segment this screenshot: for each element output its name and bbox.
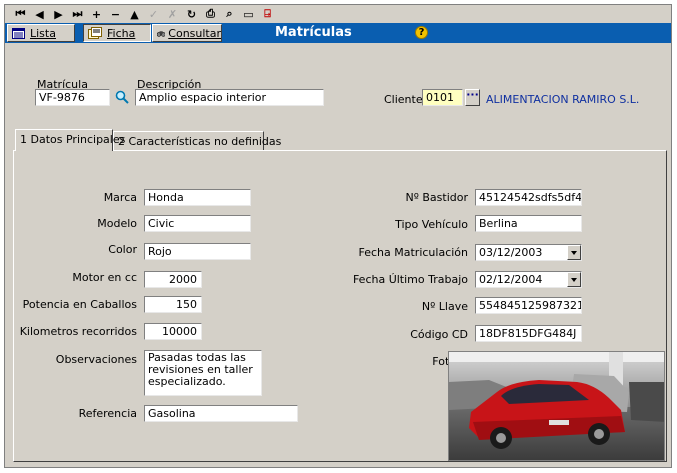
prev-record-icon[interactable]: ◀ — [30, 6, 49, 22]
cliente-lookup-button[interactable]: ··· — [465, 89, 480, 106]
observaciones-label: Observaciones — [55, 353, 137, 366]
tipo-vehiculo-label: Tipo Vehículo — [395, 218, 468, 231]
motor-label: Motor en cc — [72, 271, 137, 284]
fecha-matriculacion-field[interactable]: 03/12/2003 — [475, 244, 582, 261]
tab-datos-principales-label: 1 Datos Principales — [20, 133, 126, 146]
fecha-ultimo-trabajo-dropdown[interactable] — [567, 272, 581, 287]
cliente-label: Cliente — [384, 93, 423, 106]
motor-field[interactable]: 2000 — [144, 271, 202, 288]
referencia-label: Referencia — [78, 407, 137, 420]
kilometros-field[interactable]: 10000 — [144, 323, 202, 340]
descripcion-field[interactable]: Amplio espacio interior — [135, 89, 324, 106]
modelo-field[interactable]: Civic — [144, 215, 251, 232]
cliente-name: ALIMENTACION RAMIRO S.L. — [486, 93, 640, 106]
up-icon[interactable]: ▲ — [125, 6, 144, 22]
bastidor-field[interactable]: 45124542sdfs5df4 — [475, 189, 582, 206]
refresh-icon[interactable]: ↻ — [182, 6, 201, 22]
color-label: Color — [108, 243, 137, 256]
tab-consultar[interactable]: Consultar — [152, 24, 222, 42]
tipo-vehiculo-field[interactable]: Berlina — [475, 215, 582, 232]
potencia-label: Potencia en Caballos — [22, 298, 137, 311]
exit-icon[interactable]: ⍈ — [258, 6, 277, 22]
car-image — [449, 352, 664, 460]
list-icon — [12, 27, 25, 39]
fecha-ultimo-trabajo-value: 02/12/2004 — [479, 273, 543, 286]
fecha-ultimo-trabajo-label: Fecha Último Trabajo — [352, 273, 468, 286]
help-icon[interactable]: ? — [415, 26, 428, 39]
llave-field[interactable]: 55484512598732100 — [475, 297, 582, 314]
cancel-icon[interactable]: ✗ — [163, 6, 182, 22]
toolbar: ⏮ ◀ ▶ ⏭ + − ▲ ✓ ✗ ↻ ⎙ ⌕ ▭ ⍈ — [5, 5, 671, 23]
fecha-matriculacion-dropdown[interactable] — [567, 245, 581, 260]
tab-caracteristicas[interactable]: 2 Características no definidas — [113, 131, 281, 151]
document-icon[interactable]: ▭ — [239, 6, 258, 22]
tab-ficha-label: Ficha — [107, 26, 136, 40]
first-record-icon[interactable]: ⏮ — [11, 6, 30, 22]
tab-lista-label: Lista — [30, 26, 56, 40]
modelo-label: Modelo — [97, 217, 137, 230]
fecha-matriculacion-value: 03/12/2003 — [479, 246, 543, 259]
fecha-ultimo-trabajo-field[interactable]: 02/12/2004 — [475, 271, 582, 288]
codigo-cd-label: Código CD — [410, 328, 468, 341]
tab-caracteristicas-label: 2 Características no definidas — [118, 135, 282, 148]
fecha-matriculacion-label: Fecha Matriculación — [358, 246, 469, 259]
title-bar: Lista Ficha Consultar Matrículas ? — [5, 23, 671, 43]
tab-ficha[interactable]: Ficha — [83, 24, 151, 42]
binoculars-icon — [157, 30, 166, 37]
tab-lista[interactable]: Lista — [7, 24, 75, 42]
marca-label: Marca — [103, 191, 137, 204]
foto-label: Foto — [432, 355, 456, 368]
delete-icon[interactable]: − — [106, 6, 125, 22]
add-icon[interactable]: + — [87, 6, 106, 22]
color-field[interactable]: Rojo — [144, 243, 251, 260]
potencia-field[interactable]: 150 — [144, 296, 202, 313]
next-record-icon[interactable]: ▶ — [49, 6, 68, 22]
referencia-field[interactable]: Gasolina — [144, 405, 298, 422]
kilometros-label: Kilometros recorridos — [19, 325, 137, 338]
llave-label: Nº Llave — [421, 300, 468, 313]
matriculas-window: ⏮ ◀ ▶ ⏭ + − ▲ ✓ ✗ ↻ ⎙ ⌕ ▭ ⍈ Lista Ficha … — [4, 4, 672, 468]
matricula-field[interactable]: VF-9876 — [35, 89, 110, 106]
bastidor-label: Nº Bastidor — [405, 191, 468, 204]
print-icon[interactable]: ⎙ — [201, 6, 220, 22]
window-title: Matrículas — [275, 25, 352, 40]
marca-field[interactable]: Honda — [144, 189, 251, 206]
card-icon — [88, 27, 102, 39]
observaciones-field[interactable]: Pasadas todas las revisiones en taller e… — [144, 350, 262, 396]
car-photo[interactable] — [448, 351, 665, 461]
last-record-icon[interactable]: ⏭ — [68, 6, 87, 22]
tab-datos-principales[interactable]: 1 Datos Principales — [15, 129, 125, 151]
cliente-code-field[interactable]: 0101 — [422, 89, 463, 106]
print-preview-icon[interactable]: ⌕ — [220, 6, 239, 22]
codigo-cd-field[interactable]: 18DF815DFG484J — [475, 325, 582, 342]
check-icon[interactable]: ✓ — [144, 6, 163, 22]
tab-consultar-label: Consultar — [168, 26, 221, 40]
search-icon[interactable] — [115, 90, 129, 104]
